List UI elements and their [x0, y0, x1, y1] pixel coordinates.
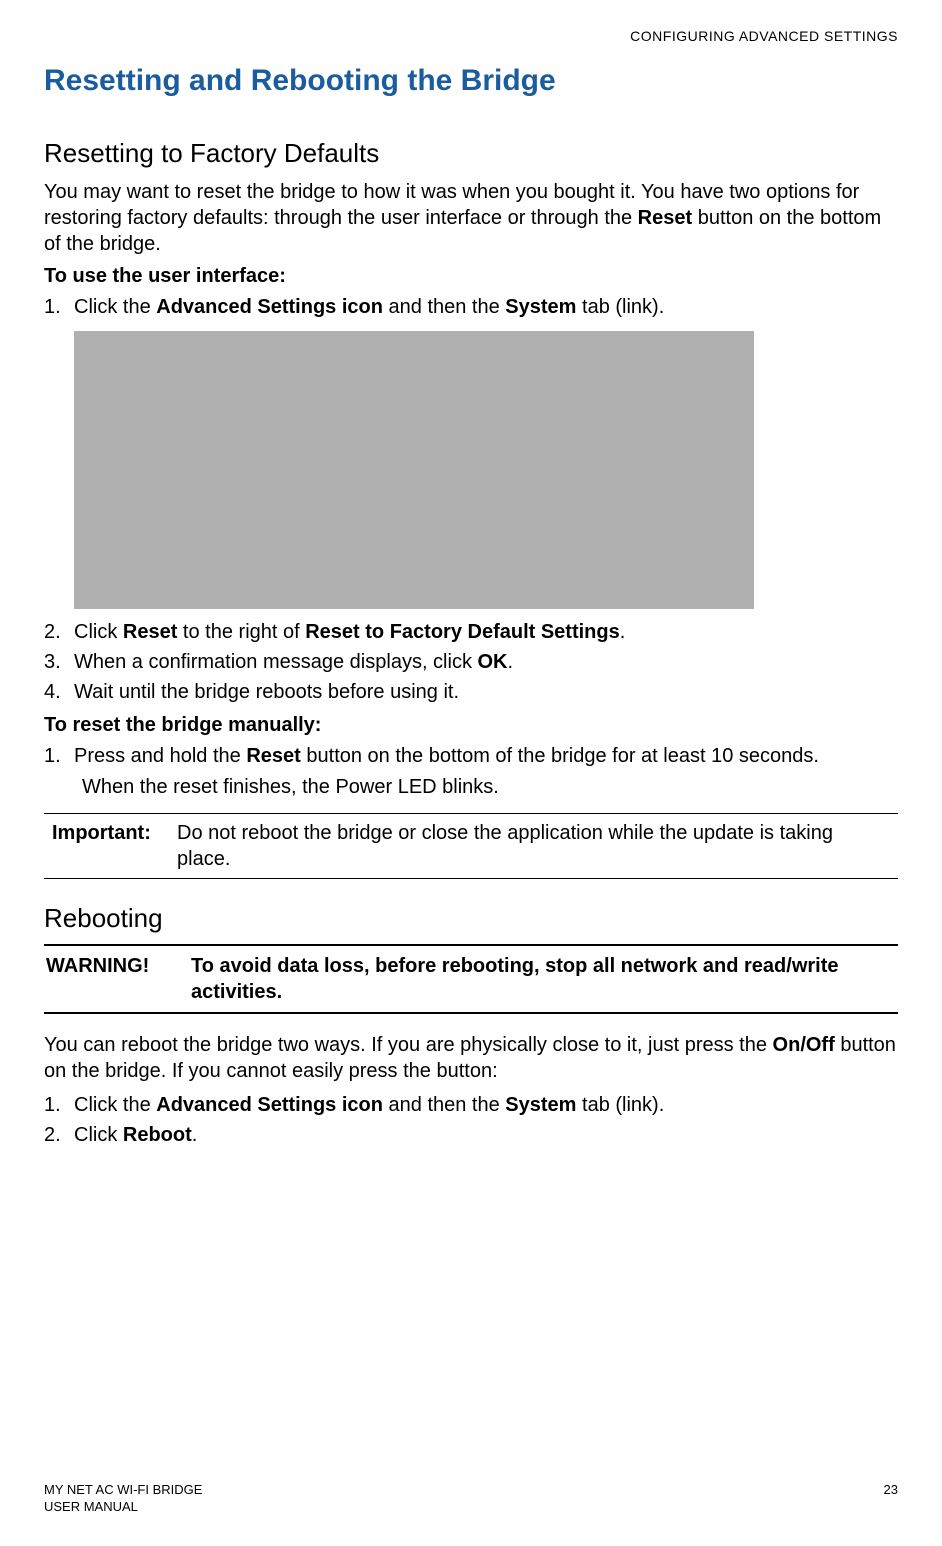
text-bold: Reboot	[123, 1124, 192, 1146]
section-heading-rebooting: Rebooting	[44, 903, 898, 934]
text: .	[192, 1124, 198, 1146]
list-item: 4. Wait until the bridge reboots before …	[44, 679, 898, 706]
text-bold: Advanced Settings icon	[156, 1094, 383, 1116]
warning-text: To avoid data loss, before rebooting, st…	[191, 953, 896, 1005]
page-footer: MY NET AC WI-FI BRIDGE USER MANUAL 23	[44, 1482, 898, 1516]
text-bold: System	[505, 1094, 576, 1116]
text: and then the	[383, 1094, 505, 1116]
screenshot-placeholder	[74, 331, 754, 609]
footer-doc-type: USER MANUAL	[44, 1499, 202, 1516]
list-number: 3.	[44, 649, 74, 676]
list-number: 4.	[44, 679, 74, 706]
text: Click the	[74, 1094, 156, 1116]
list-content: Wait until the bridge reboots before usi…	[74, 679, 898, 706]
text-bold: Reset	[638, 207, 692, 229]
page-title: Resetting and Rebooting the Bridge	[44, 64, 898, 98]
page-number: 23	[884, 1482, 898, 1516]
header-section-title: CONFIGURING ADVANCED SETTINGS	[44, 28, 898, 44]
section-heading-resetting: Resetting to Factory Defaults	[44, 138, 898, 169]
text: to the right of	[177, 621, 305, 643]
list-content: Click the Advanced Settings icon and the…	[74, 1092, 898, 1119]
footer-left: MY NET AC WI-FI BRIDGE USER MANUAL	[44, 1482, 202, 1516]
sub-step-text: When the reset finishes, the Power LED b…	[82, 774, 898, 801]
text-bold: System	[505, 296, 576, 318]
warning-note: WARNING! To avoid data loss, before rebo…	[44, 944, 898, 1014]
text-bold: Reset	[246, 745, 300, 767]
list-item: 3. When a confirmation message displays,…	[44, 649, 898, 676]
reboot-intro: You can reboot the bridge two ways. If y…	[44, 1032, 898, 1084]
intro-paragraph: You may want to reset the bridge to how …	[44, 179, 898, 257]
list-item: 1. Press and hold the Reset button on th…	[44, 743, 898, 770]
list-item: 1. Click the Advanced Settings icon and …	[44, 1092, 898, 1119]
text: tab (link).	[576, 1094, 664, 1116]
text: Click	[74, 621, 123, 643]
list-content: Click the Advanced Settings icon and the…	[74, 294, 898, 321]
text: Click	[74, 1124, 123, 1146]
list-content: Click Reboot.	[74, 1122, 898, 1149]
list-item: 2. Click Reboot.	[44, 1122, 898, 1149]
text: You can reboot the bridge two ways. If y…	[44, 1034, 773, 1056]
list-number: 2.	[44, 619, 74, 646]
important-note: Important: Do not reboot the bridge or c…	[44, 813, 898, 879]
note-text: Do not reboot the bridge or close the ap…	[177, 820, 890, 872]
text-bold: OK	[478, 651, 508, 673]
text: Press and hold the	[74, 745, 246, 767]
text-bold: Reset to Factory Default Settings	[305, 621, 620, 643]
list-item: 2. Click Reset to the right of Reset to …	[44, 619, 898, 646]
manual-procedure-heading: To reset the bridge manually:	[44, 714, 898, 737]
list-content: Click Reset to the right of Reset to Fac…	[74, 619, 898, 646]
note-label: Important:	[52, 820, 177, 872]
list-content: When a confirmation message displays, cl…	[74, 649, 898, 676]
list-number: 1.	[44, 294, 74, 321]
text: Click the	[74, 296, 156, 318]
warning-label: WARNING!	[46, 953, 191, 1005]
text: and then the	[383, 296, 505, 318]
footer-product: MY NET AC WI-FI BRIDGE	[44, 1482, 202, 1499]
list-number: 2.	[44, 1122, 74, 1149]
text-bold: On/Off	[773, 1034, 835, 1056]
list-item: 1. Click the Advanced Settings icon and …	[44, 294, 898, 321]
ui-procedure-heading: To use the user interface:	[44, 265, 898, 288]
text: .	[508, 651, 514, 673]
text: tab (link).	[576, 296, 664, 318]
list-number: 1.	[44, 743, 74, 770]
text-bold: Reset	[123, 621, 177, 643]
text: .	[620, 621, 626, 643]
list-content: Press and hold the Reset button on the b…	[74, 743, 898, 770]
list-number: 1.	[44, 1092, 74, 1119]
text-bold: Advanced Settings icon	[156, 296, 383, 318]
text: button on the bottom of the bridge for a…	[301, 745, 819, 767]
text: When a confirmation message displays, cl…	[74, 651, 478, 673]
